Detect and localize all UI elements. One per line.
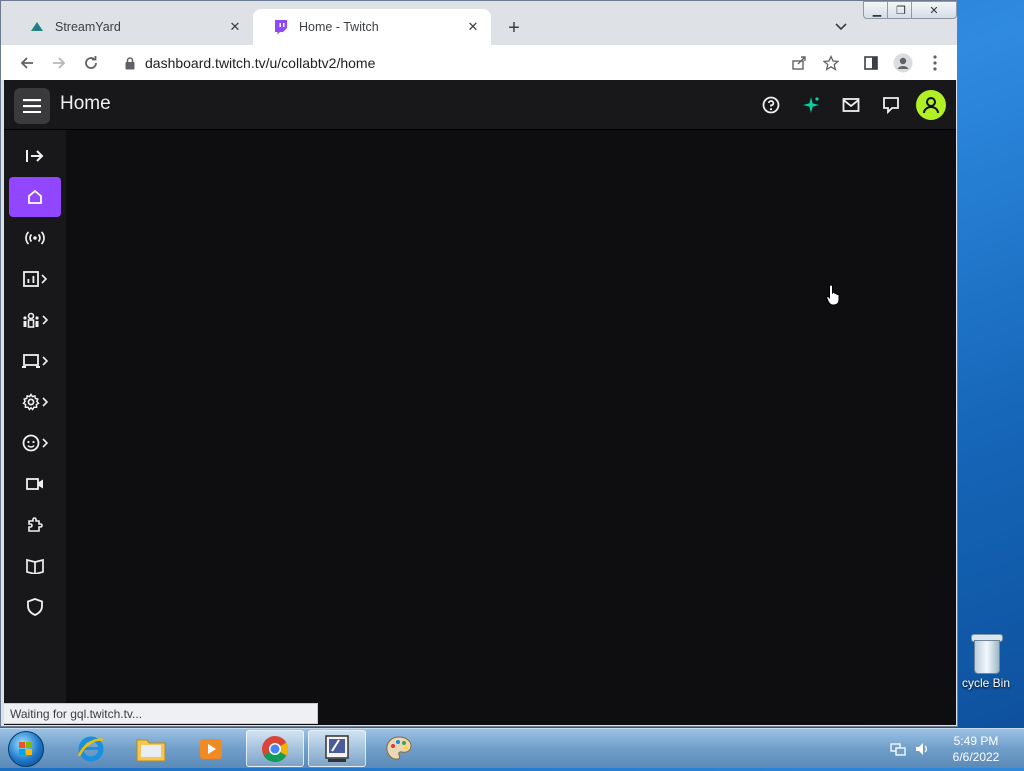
close-window-button[interactable]: ✕ bbox=[911, 1, 957, 19]
page-title: Home bbox=[60, 93, 111, 114]
start-button[interactable] bbox=[4, 730, 48, 768]
video-camera-icon bbox=[26, 478, 43, 490]
sidebar-item-learn[interactable] bbox=[9, 546, 61, 586]
recycle-bin-desktop-icon[interactable]: cycle Bin bbox=[956, 630, 1016, 690]
windows-logo-icon bbox=[8, 731, 44, 767]
extensions-puzzle-icon bbox=[28, 517, 43, 532]
tab-twitch-home[interactable]: Home - Twitch ✕ bbox=[253, 9, 491, 45]
hand-pointer-cursor-icon bbox=[826, 284, 842, 311]
chrome-icon bbox=[262, 735, 289, 762]
sidebar-item-content[interactable] bbox=[9, 341, 61, 381]
viewer-rewards-icon bbox=[22, 434, 40, 452]
chevron-right-icon bbox=[42, 438, 48, 448]
taskbar-app-window[interactable] bbox=[308, 730, 366, 767]
whispers-icon[interactable] bbox=[876, 90, 906, 120]
twitch-dashboard-page: Home bbox=[4, 80, 956, 725]
reload-button[interactable] bbox=[77, 49, 105, 77]
taskbar-paint[interactable] bbox=[370, 730, 428, 767]
sidebar-item-viewer-rewards[interactable] bbox=[9, 423, 61, 463]
profile-icon[interactable] bbox=[889, 49, 917, 77]
address-bar[interactable]: dashboard.twitch.tv/u/collabtv2/home bbox=[119, 49, 819, 77]
new-tab-button[interactable]: + bbox=[501, 15, 527, 41]
analytics-icon bbox=[23, 271, 39, 287]
tab-strip: StreamYard ✕ Home - Twitch ✕ + ▁ ❐ ✕ bbox=[1, 1, 957, 45]
system-clock[interactable]: 5:49 PM 6/6/2022 bbox=[944, 733, 1008, 765]
user-avatar[interactable] bbox=[916, 90, 946, 120]
side-panel-icon[interactable] bbox=[857, 49, 885, 77]
user-avatar-icon bbox=[923, 97, 939, 114]
taskbar-chrome[interactable] bbox=[246, 730, 304, 767]
hamburger-icon bbox=[23, 99, 41, 113]
forward-arrow-icon bbox=[53, 57, 66, 69]
sidebar-item-community[interactable] bbox=[9, 300, 61, 340]
reload-icon bbox=[85, 56, 97, 69]
stream-icon bbox=[25, 231, 45, 245]
sidebar-item-safety[interactable] bbox=[9, 587, 61, 627]
collapse-icon bbox=[26, 150, 44, 162]
tab-close-icon[interactable]: ✕ bbox=[463, 17, 483, 37]
browser-menu-icon[interactable] bbox=[921, 49, 949, 77]
taskbar-media-player[interactable] bbox=[182, 730, 240, 767]
sidebar-item-analytics[interactable] bbox=[9, 259, 61, 299]
chevron-right-icon bbox=[42, 356, 48, 366]
back-arrow-icon bbox=[20, 57, 33, 69]
taskbar-internet-explorer[interactable] bbox=[62, 730, 120, 767]
streamyard-favicon-icon bbox=[29, 19, 45, 35]
tray-volume-icon[interactable] bbox=[914, 729, 930, 769]
tab-title: Home - Twitch bbox=[299, 20, 379, 34]
tray-network-icon[interactable] bbox=[890, 729, 906, 769]
home-icon bbox=[28, 189, 42, 204]
menu-button[interactable] bbox=[14, 88, 50, 124]
sidebar-item-settings[interactable] bbox=[9, 382, 61, 422]
sidebar-item-home[interactable] bbox=[9, 177, 61, 217]
chevron-right-icon bbox=[42, 315, 48, 325]
bookmark-star-icon[interactable] bbox=[817, 49, 845, 77]
dashboard-top-nav: Home bbox=[4, 80, 956, 130]
chevron-right-icon bbox=[42, 397, 48, 407]
tab-close-icon[interactable]: ✕ bbox=[225, 17, 245, 37]
sidebar-item-stream[interactable] bbox=[9, 218, 61, 258]
tab-streamyard[interactable]: StreamYard ✕ bbox=[9, 9, 253, 45]
sidebar-item-collapse[interactable] bbox=[9, 136, 61, 176]
community-icon bbox=[23, 312, 39, 328]
paint-palette-icon bbox=[386, 735, 412, 760]
sparkle-icon[interactable] bbox=[796, 90, 826, 120]
help-icon[interactable] bbox=[756, 90, 786, 120]
content-icon bbox=[22, 354, 40, 368]
shield-icon bbox=[27, 598, 43, 616]
sidebar-item-extensions[interactable] bbox=[9, 505, 61, 545]
book-icon bbox=[26, 558, 44, 574]
recycle-bin-label: cycle Bin bbox=[961, 676, 1011, 690]
windows-taskbar: 5:49 PM 6/6/2022 bbox=[0, 728, 1024, 768]
clock-time: 5:49 PM bbox=[953, 734, 999, 748]
forward-button[interactable] bbox=[45, 49, 73, 77]
back-button[interactable] bbox=[13, 49, 41, 77]
tab-title: StreamYard bbox=[55, 20, 121, 34]
taskbar-file-explorer[interactable] bbox=[122, 730, 180, 767]
clock-date: 6/6/2022 bbox=[952, 750, 1000, 764]
share-icon[interactable] bbox=[785, 49, 813, 77]
url-text: dashboard.twitch.tv/u/collabtv2/home bbox=[145, 55, 376, 71]
chevron-right-icon bbox=[41, 274, 47, 284]
tab-search-chevron-icon[interactable] bbox=[829, 15, 853, 39]
recycle-bin-icon bbox=[969, 630, 1003, 674]
twitch-favicon-icon bbox=[273, 19, 289, 35]
inbox-icon[interactable] bbox=[836, 90, 866, 120]
sidebar-item-video[interactable] bbox=[9, 464, 61, 504]
dashboard-side-nav bbox=[4, 130, 66, 725]
browser-status-bar: Waiting for gql.twitch.tv... bbox=[4, 703, 318, 724]
browser-toolbar: dashboard.twitch.tv/u/collabtv2/home bbox=[1, 45, 957, 81]
app-window-icon bbox=[325, 734, 349, 762]
internet-explorer-icon bbox=[77, 736, 104, 761]
media-player-icon bbox=[200, 738, 222, 759]
folder-icon bbox=[136, 739, 166, 761]
settings-icon bbox=[22, 393, 40, 411]
lock-icon bbox=[125, 56, 135, 70]
